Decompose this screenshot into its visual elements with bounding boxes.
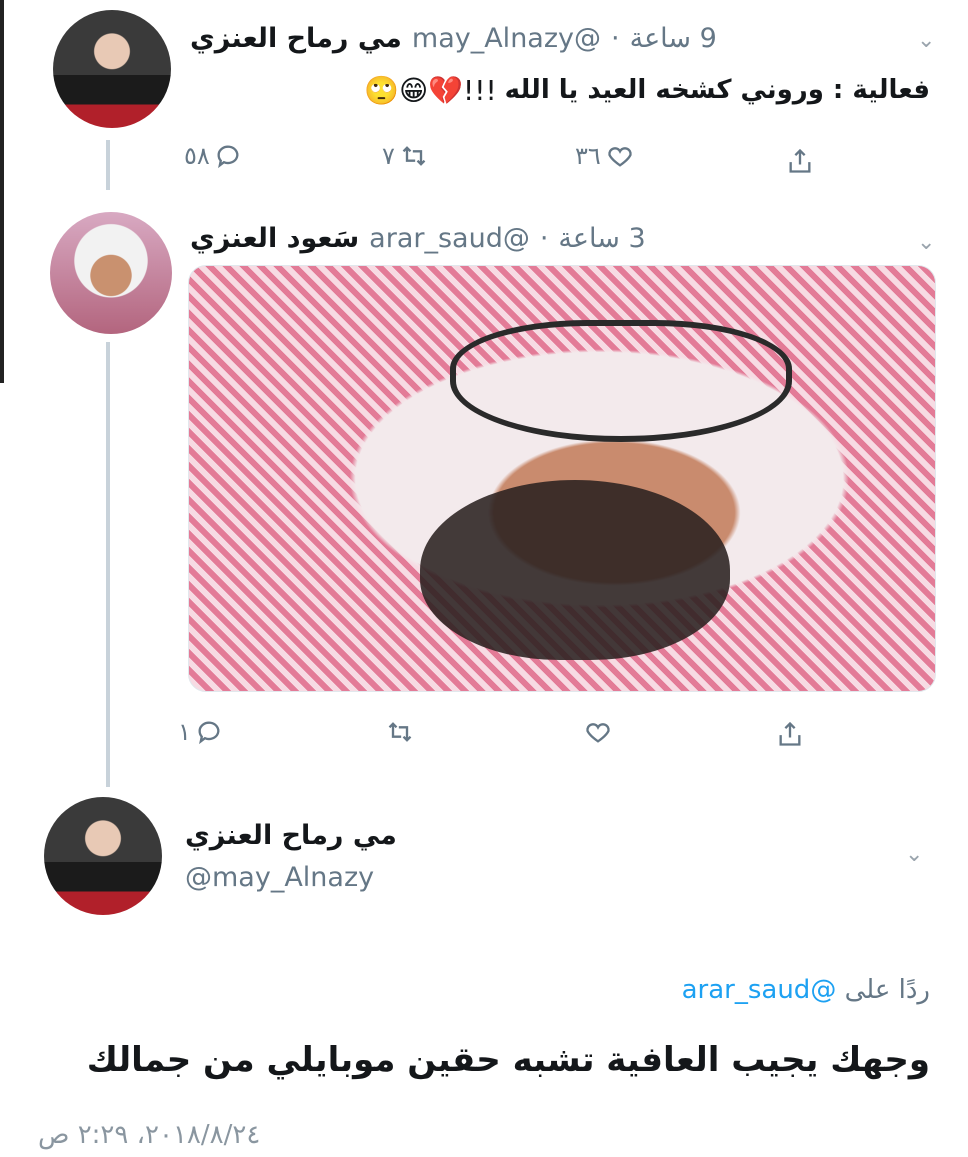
replying-to-label: ردًا على: [844, 975, 930, 1005]
reply-count: ٥٨: [184, 142, 210, 170]
tweet-body: فعالية : وروني كشخه العيد يا الله: [504, 75, 930, 105]
replying-to-handle[interactable]: @arar_saud: [682, 975, 837, 1005]
avatar[interactable]: [53, 10, 171, 128]
emoji-sequence: 🙄😁💔!!!: [364, 73, 497, 107]
heart-icon: [583, 718, 613, 746]
avatar[interactable]: [50, 212, 172, 334]
separator: ·: [611, 22, 620, 54]
share-icon: [776, 720, 804, 748]
replying-to: ردًا على @arar_saud: [560, 975, 930, 1005]
like-button[interactable]: [583, 718, 613, 746]
tweet-header: مي رماح العنزي @may_Alnazy · 9 ساعة: [190, 18, 830, 58]
left-edge-bar: [0, 0, 4, 383]
reply-icon: [214, 142, 242, 170]
thread-line: [106, 342, 110, 787]
reply-count: ١: [178, 718, 191, 746]
retweet-button[interactable]: ٧: [382, 142, 429, 170]
chevron-down-icon[interactable]: ⌄: [905, 842, 923, 867]
photo-detail: [450, 320, 792, 442]
display-name[interactable]: سَعود العنزي: [190, 223, 359, 254]
reply-body: وجهك يجيب العافية تشبه حقين موبايلي من ج…: [86, 1040, 930, 1080]
photo-detail: [420, 480, 730, 660]
handle[interactable]: @may_Alnazy: [412, 23, 601, 54]
reply-button[interactable]: ٥٨: [184, 142, 242, 170]
heart-icon: [605, 142, 635, 170]
thread-line: [106, 140, 110, 190]
chevron-down-icon[interactable]: ⌄: [917, 230, 935, 255]
retweet-count: ٧: [382, 142, 395, 170]
tweet-time[interactable]: 3 ساعة: [558, 223, 645, 254]
handle[interactable]: @arar_saud: [369, 223, 530, 254]
like-count: ٣٦: [575, 142, 601, 170]
retweet-icon: [399, 142, 429, 170]
separator: ·: [539, 222, 549, 254]
reply-icon: [195, 718, 223, 746]
retweet-button[interactable]: [385, 718, 415, 746]
tweet-header: سَعود العنزي @arar_saud · 3 ساعة: [190, 218, 830, 258]
reply-button[interactable]: ١: [178, 718, 223, 746]
display-name[interactable]: مي رماح العنزي: [190, 23, 402, 54]
display-name[interactable]: مي رماح العنزي: [185, 820, 485, 851]
share-button[interactable]: [786, 147, 814, 175]
handle[interactable]: @may_Alnazy: [185, 862, 485, 893]
tweet-timestamp: ٢٠١٨/٨/٢٤، ٢:٢٩ ص: [38, 1120, 261, 1150]
tweet-time[interactable]: 9 ساعة: [630, 23, 717, 54]
like-button[interactable]: ٣٦: [575, 142, 635, 170]
tweet-text: 🙄😁💔!!! فعالية : وروني كشخه العيد يا الله: [350, 70, 930, 110]
share-button[interactable]: [776, 720, 804, 748]
avatar[interactable]: [44, 797, 162, 915]
share-icon: [786, 147, 814, 175]
chevron-down-icon[interactable]: ⌄: [917, 28, 935, 53]
retweet-icon: [385, 718, 415, 746]
